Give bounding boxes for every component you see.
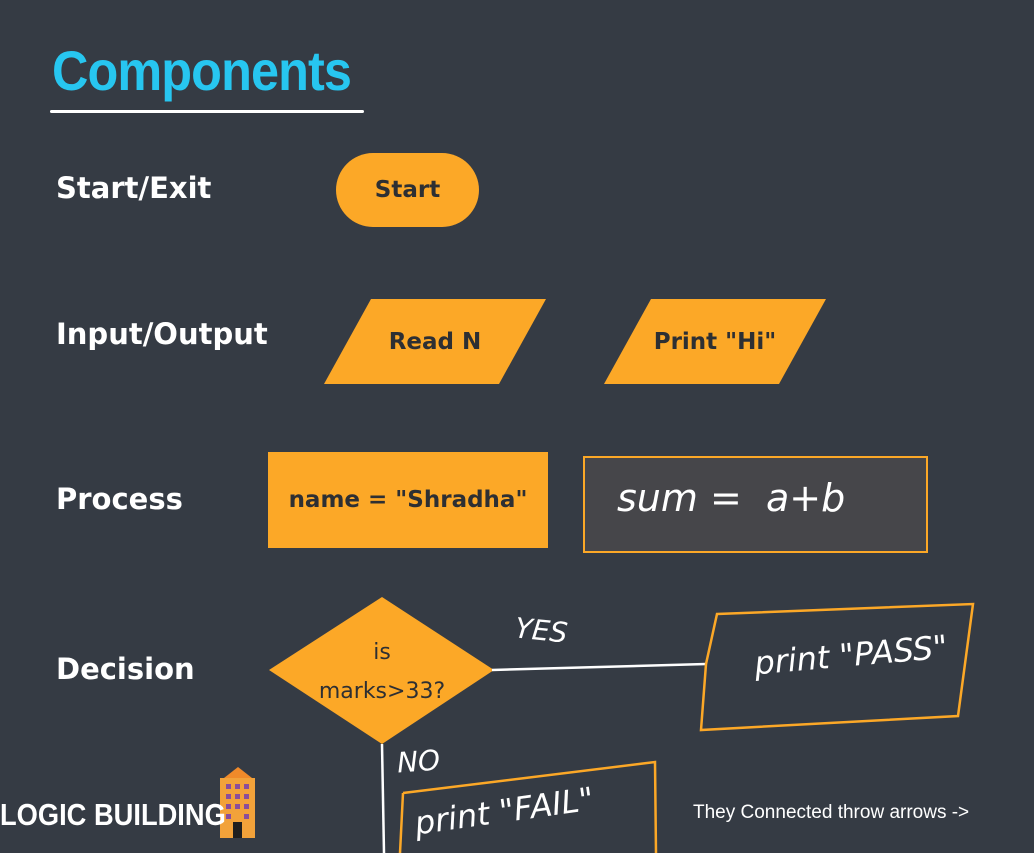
yes-connector bbox=[491, 662, 707, 672]
brand-logo-text: LOGIC BUILDING bbox=[0, 797, 226, 832]
decision-text-line1: is bbox=[373, 639, 391, 665]
no-label: NO bbox=[395, 743, 442, 780]
io-shape-print-label: Print "Hi" bbox=[653, 328, 777, 355]
footer-note: They Connected throw arrows -> bbox=[693, 802, 970, 823]
decision-diamond bbox=[269, 597, 494, 744]
process-handwritten-box: sum = a+b bbox=[583, 456, 928, 553]
process-box: name = "Shradha" bbox=[268, 452, 548, 548]
yes-label: YES bbox=[513, 611, 570, 650]
decision-text-line2: marks>33? bbox=[318, 678, 446, 704]
process-handwritten-text: sum = a+b bbox=[617, 476, 846, 520]
io-shape-read-label: Read N bbox=[388, 328, 482, 355]
diagram-shapes bbox=[220, 299, 975, 853]
no-connector bbox=[380, 743, 386, 853]
